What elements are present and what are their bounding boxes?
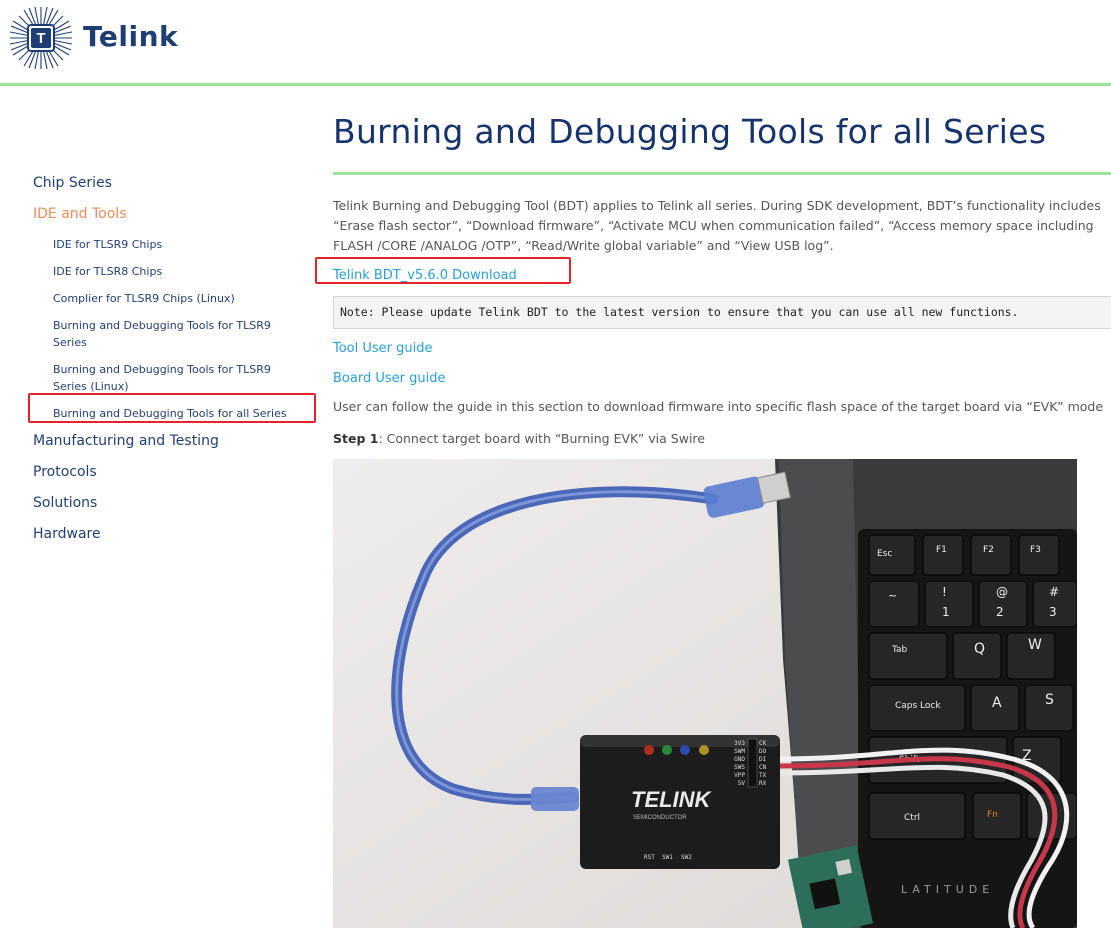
sidebar-nav: Chip Series IDE and Tools IDE for TLSR9 … <box>0 86 320 928</box>
key-2: 2 <box>996 605 1004 619</box>
sidebar-subitem-bdt-all-series[interactable]: Burning and Debugging Tools for all Seri… <box>53 405 293 422</box>
key-hash: # <box>1049 585 1059 599</box>
key-fn: Fn <box>987 810 998 820</box>
page-title: Burning and Debugging Tools for all Seri… <box>333 112 1047 151</box>
sidebar-subitem-bdt-tlsr9[interactable]: Burning and Debugging Tools for TLSR9 Se… <box>53 317 293 351</box>
site-header: T Telink <box>0 0 1111 86</box>
title-divider <box>333 172 1111 175</box>
evk-pin-ck: CK <box>759 740 767 747</box>
key-f1: F1 <box>936 545 947 555</box>
brand-name[interactable]: Telink <box>83 20 178 53</box>
key-caps-lock: Caps Lock <box>895 701 941 711</box>
evk-pin-cn: CN <box>759 764 767 771</box>
board-user-guide-link[interactable]: Board User guide <box>333 371 445 386</box>
tool-user-guide-link[interactable]: Tool User guide <box>333 341 433 356</box>
evk-pin-3v3: 3V3 <box>734 740 745 747</box>
key-s: S <box>1045 692 1054 708</box>
laptop-brand: LATITUDE <box>901 883 994 896</box>
key-f2: F2 <box>983 545 994 555</box>
sidebar-item-protocols[interactable]: Protocols <box>33 464 97 480</box>
sidebar-item-ide-and-tools[interactable]: IDE and Tools <box>33 206 126 222</box>
evk-pin-do: DO <box>759 748 767 755</box>
evk-pin-sws: SWS <box>734 764 745 771</box>
evk-pin-swm: SWM <box>734 748 745 755</box>
key-a: A <box>992 695 1002 711</box>
evk-pin-rx: RX <box>759 780 767 787</box>
sidebar-subitem-ide-tlsr9[interactable]: IDE for TLSR9 Chips <box>53 236 293 253</box>
evk-pin-di: DI <box>759 756 767 763</box>
key-f3: F3 <box>1030 545 1041 555</box>
key-1: 1 <box>942 605 950 619</box>
evk-pin-tx: TX <box>759 772 767 779</box>
evk-connection-photo: Esc F1 F2 F3 ~ ! 1 @ 2 # 3 Tab Q W Caps … <box>333 459 1077 928</box>
main-content: Burning and Debugging Tools for all Seri… <box>315 86 1111 928</box>
logo-letter: T <box>36 30 45 47</box>
key-at: @ <box>996 585 1008 599</box>
guide-paragraph: User can follow the guide in this sectio… <box>333 399 1104 414</box>
step-1-text: Step 1: Connect target board with “Burni… <box>333 431 705 446</box>
evk-brand: TELINK <box>631 787 713 812</box>
update-note: Note: Please update Telink BDT to the la… <box>333 296 1111 329</box>
step-description: : Connect target board with “Burning EVK… <box>378 431 705 446</box>
key-q: Q <box>974 641 985 657</box>
sidebar-item-manufacturing[interactable]: Manufacturing and Testing <box>33 433 219 449</box>
evk-sub: SEMICONDUCTOR <box>633 815 687 821</box>
bdt-download-link[interactable]: Telink BDT_v5.6.0 Download <box>333 268 517 283</box>
intro-text: Telink Burning and Debugging Tool (BDT) … <box>333 198 1101 253</box>
evk-button-sw2: SW2 <box>681 854 692 861</box>
key-esc: Esc <box>877 549 892 559</box>
key-exclaim: ! <box>942 585 947 599</box>
key-tilde: ~ <box>888 589 897 602</box>
telink-logo-icon[interactable]: T <box>10 7 72 69</box>
sidebar-subitem-bdt-tlsr9-linux[interactable]: Burning and Debugging Tools for TLSR9 Se… <box>53 361 293 395</box>
evk-button-rst: RST <box>644 854 655 861</box>
evk-pin-gnd: GND <box>734 756 745 763</box>
sidebar-item-hardware[interactable]: Hardware <box>33 526 101 542</box>
evk-button-sw1: SW1 <box>662 854 673 861</box>
sidebar-item-chip-series[interactable]: Chip Series <box>33 175 112 191</box>
key-3: 3 <box>1049 605 1057 619</box>
sidebar-subitem-ide-tlsr8[interactable]: IDE for TLSR8 Chips <box>53 263 293 280</box>
evk-pin-5v: 5V <box>738 780 746 787</box>
sidebar-item-solutions[interactable]: Solutions <box>33 495 97 511</box>
evk-pin-vpp: VPP <box>734 772 745 779</box>
step-label: Step 1 <box>333 431 379 446</box>
sidebar-subitem-compiler-tlsr9-linux[interactable]: Complier for TLSR9 Chips (Linux) <box>53 290 293 307</box>
key-ctrl: Ctrl <box>904 813 920 823</box>
evk-photo-illustration: Esc F1 F2 F3 ~ ! 1 @ 2 # 3 Tab Q W Caps … <box>333 459 1077 928</box>
key-tab: Tab <box>891 645 908 655</box>
key-w: W <box>1028 637 1042 653</box>
